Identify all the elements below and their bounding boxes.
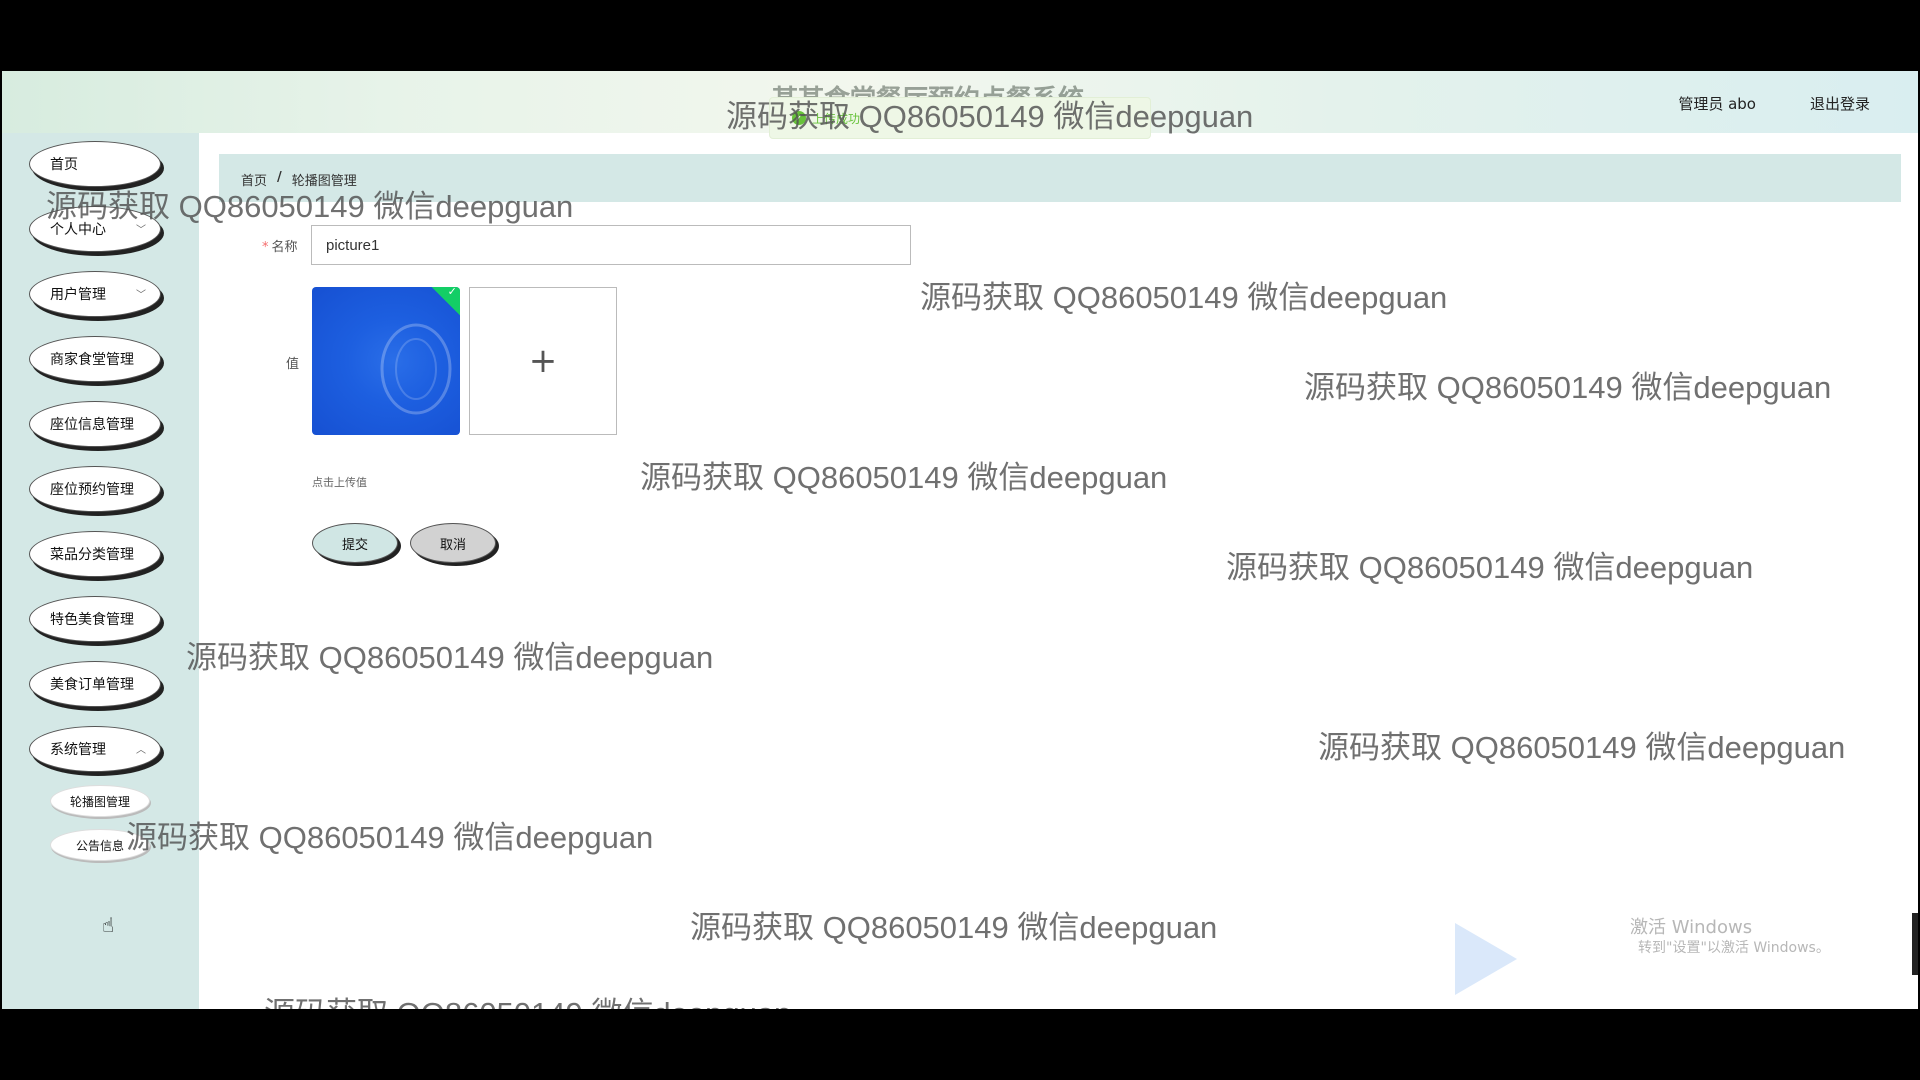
sidebar-item-label: 特色美食管理 (50, 612, 134, 628)
watermark: 源码获取 QQ86050149 微信deepguan (690, 910, 1218, 945)
value-label: 值 (286, 357, 300, 372)
watermark: 源码获取 QQ86050149 微信deepguan (264, 988, 791, 1009)
sidebar-item-profile[interactable]: 个人中心 ﹀ (29, 206, 161, 252)
activate-windows-subtitle: 转到"设置"以激活 Windows。 (1638, 940, 1830, 956)
sidebar: 首页 个人中心 ﹀ 用户管理 ﹀ 商家食堂管理 座位信息管理 座位预约管理 菜品分类… (2, 133, 199, 1009)
top-header: 某某食堂餐厅预约点餐系统 ✓ 上传成功 管理员 abo 退出登录 (2, 71, 1918, 139)
sidebar-item-users[interactable]: 用户管理 ﹀ (29, 271, 161, 317)
watermark: 源码获取 QQ86050149 微信deepguan (920, 280, 1448, 315)
upload-hint: 点击上传值 (312, 476, 367, 489)
name-input[interactable] (311, 225, 911, 265)
sidebar-item-label: 美食订单管理 (50, 677, 134, 693)
breadcrumb-home[interactable]: 首页 (241, 170, 267, 189)
sidebar-item-canteens[interactable]: 商家食堂管理 (29, 336, 161, 382)
sidebar-subitem-label: 公告信息 (75, 838, 124, 853)
check-icon: ✓ (447, 287, 457, 298)
activate-windows-title: 激活 Windows (1630, 917, 1753, 938)
image-content (380, 323, 452, 415)
mouse-cursor-icon: ☝ (102, 913, 115, 937)
current-user: 管理员 abo (1678, 95, 1756, 113)
watermark: 源码获取 QQ86050149 微信deepguan (186, 640, 714, 675)
logout-link[interactable]: 退出登录 (1810, 93, 1870, 114)
watermark: 源码获取 QQ86050149 微信deepguan (1226, 550, 1754, 585)
sidebar-item-featured-food[interactable]: 特色美食管理 (29, 596, 161, 642)
sidebar-item-dish-category[interactable]: 菜品分类管理 (29, 531, 161, 577)
scrollbar-thumb[interactable] (1912, 913, 1918, 975)
sidebar-item-system[interactable]: 系统管理 ︿ (29, 726, 161, 772)
upload-add-button[interactable]: + (469, 287, 617, 435)
success-toast: ✓ 上传成功 (769, 97, 1151, 139)
sidebar-item-label: 座位预约管理 (50, 482, 134, 498)
sidebar-item-label: 商家食堂管理 (50, 352, 134, 368)
watermark: 源码获取 QQ86050149 微信deepguan (640, 460, 1168, 495)
sidebar-item-label: 座位信息管理 (50, 417, 134, 433)
name-label: * 名称 (262, 240, 298, 255)
watermark: 源码获取 QQ86050149 微信deepguan (126, 820, 654, 855)
app-window: 某某食堂餐厅预约点餐系统 ✓ 上传成功 管理员 abo 退出登录 首页 个人中心… (2, 71, 1918, 1009)
chevron-down-icon: ﹀ (136, 290, 146, 301)
breadcrumb-separator: / (277, 170, 282, 185)
check-circle-icon: ✓ (792, 111, 806, 125)
sidebar-subitem-label: 轮播图管理 (69, 794, 130, 809)
submit-button[interactable]: 提交 (312, 523, 398, 563)
sidebar-item-label: 菜品分类管理 (50, 547, 134, 563)
sidebar-item-label: 用户管理 (50, 287, 106, 303)
sidebar-item-seat-booking[interactable]: 座位预约管理 (29, 466, 161, 512)
watermark: 源码获取 QQ86050149 微信deepguan (1304, 370, 1832, 405)
sidebar-item-food-orders[interactable]: 美食订单管理 (29, 661, 161, 707)
watermark: 源码获取 QQ86050149 微信deepguan (1318, 730, 1846, 765)
breadcrumb-bar: 首页 / 轮播图管理 (219, 154, 1901, 202)
sidebar-item-home[interactable]: 首页 (29, 141, 161, 187)
sidebar-item-label: 个人中心 (50, 222, 106, 238)
sidebar-subitem-carousel[interactable]: 轮播图管理 (50, 785, 150, 817)
windows-logo-overlay (1455, 923, 1517, 995)
breadcrumb: 首页 / 轮播图管理 (241, 170, 357, 189)
sidebar-item-seat-info[interactable]: 座位信息管理 (29, 401, 161, 447)
plus-icon: + (528, 341, 558, 381)
breadcrumb-current: 轮播图管理 (291, 174, 357, 189)
name-label-text: 名称 (271, 240, 298, 255)
chevron-up-icon: ︿ (136, 745, 146, 756)
sidebar-subitem-notice[interactable]: 公告信息 (50, 829, 150, 861)
uploaded-image-thumbnail[interactable]: ✓ (312, 287, 460, 435)
chevron-down-icon: ﹀ (136, 225, 146, 236)
sidebar-item-label: 首页 (50, 157, 78, 173)
sidebar-item-label: 系统管理 (50, 742, 106, 758)
cancel-button[interactable]: 取消 (410, 523, 496, 563)
toast-message: 上传成功 (812, 111, 861, 126)
